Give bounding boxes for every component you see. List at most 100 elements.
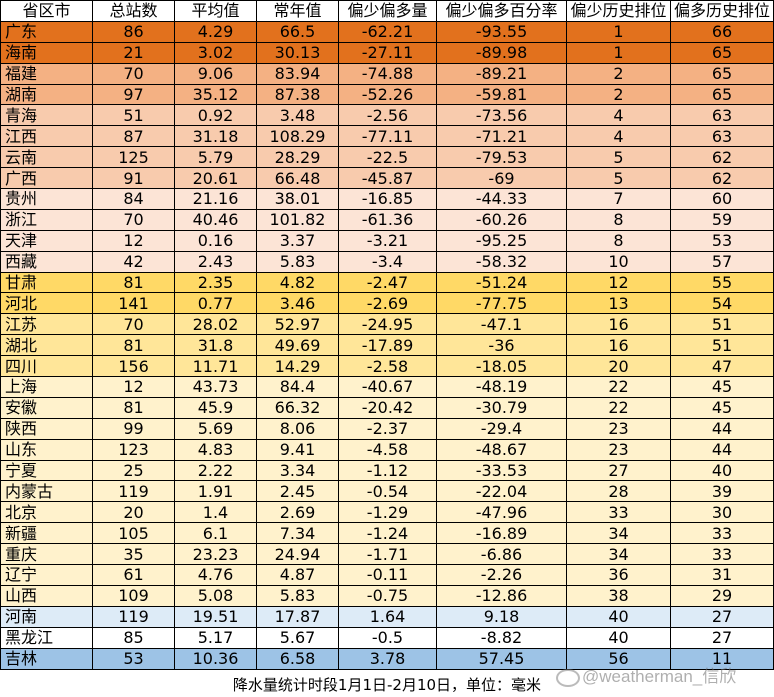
cell-normal: 4.82 — [256, 271, 339, 294]
cell-average: 31.8 — [174, 334, 257, 357]
table-row: 黑龙江 85 5.17 5.67 -0.5 -8.82 40 27 — [0, 626, 774, 649]
header-normal: 常年值 — [256, 0, 339, 22]
cell-total-stations: 20 — [92, 501, 175, 524]
cell-anomaly-percent: -59.81 — [436, 83, 567, 106]
cell-normal: 49.69 — [256, 334, 339, 357]
cell-province: 青海 — [0, 104, 93, 127]
cell-province: 北京 — [0, 501, 93, 524]
table-row: 重庆 35 23.23 24.94 -1.71 -6.86 34 33 — [0, 543, 774, 566]
cell-wet-rank: 47 — [670, 355, 774, 378]
cell-wet-rank: 27 — [670, 626, 774, 649]
cell-total-stations: 21 — [92, 41, 175, 64]
cell-anomaly-percent: -79.53 — [436, 146, 567, 169]
cell-anomaly: -3.21 — [338, 229, 437, 252]
cell-wet-rank: 45 — [670, 376, 774, 398]
cell-average: 2.35 — [174, 271, 257, 294]
cell-province: 上海 — [0, 376, 93, 398]
cell-province: 福建 — [0, 62, 93, 85]
cell-wet-rank: 31 — [670, 564, 774, 586]
cell-province: 河南 — [0, 605, 93, 628]
cell-average: 1.91 — [174, 480, 257, 503]
cell-province: 湖北 — [0, 334, 93, 357]
table-row: 山东 123 4.83 9.41 -4.58 -48.67 23 44 — [0, 438, 774, 461]
cell-anomaly-percent: -12.86 — [436, 584, 567, 607]
cell-dry-rank: 20 — [566, 355, 671, 378]
cell-average: 2.43 — [174, 250, 257, 273]
cell-anomaly: -2.69 — [338, 292, 437, 315]
cell-average: 10.36 — [174, 647, 257, 670]
precipitation-table: 省区市 总站数 平均值 常年值 偏少偏多量 偏少偏多百分率 偏少历史排位 偏多历… — [0, 0, 774, 670]
cell-normal: 108.29 — [256, 125, 339, 148]
watermark-text: @weatherman_信欣 — [582, 667, 737, 686]
cell-dry-rank: 16 — [566, 334, 671, 357]
cell-dry-rank: 1 — [566, 20, 671, 43]
cell-anomaly-percent: -8.82 — [436, 626, 567, 649]
cell-anomaly-percent: -48.67 — [436, 438, 567, 461]
cell-dry-rank: 23 — [566, 417, 671, 440]
table-row: 宁夏 25 2.22 3.34 -1.12 -33.53 27 40 — [0, 459, 774, 482]
cell-anomaly: -2.47 — [338, 271, 437, 294]
cell-wet-rank: 40 — [670, 459, 774, 482]
cell-dry-rank: 5 — [566, 146, 671, 169]
cell-anomaly: -4.58 — [338, 438, 437, 461]
cell-anomaly-percent: -95.25 — [436, 229, 567, 252]
cell-normal: 8.06 — [256, 417, 339, 440]
table-row: 山西 109 5.08 5.83 -0.75 -12.86 38 29 — [0, 584, 774, 607]
cell-dry-rank: 38 — [566, 584, 671, 607]
cell-anomaly-percent: -51.24 — [436, 271, 567, 294]
cell-anomaly-percent: -36 — [436, 334, 567, 357]
cell-anomaly: -1.24 — [338, 522, 437, 545]
cell-anomaly: 1.64 — [338, 605, 437, 628]
cell-anomaly: -0.11 — [338, 564, 437, 586]
cell-average: 2.22 — [174, 459, 257, 482]
cell-total-stations: 81 — [92, 396, 175, 419]
cell-province: 云南 — [0, 146, 93, 169]
cell-wet-rank: 57 — [670, 250, 774, 273]
weibo-icon — [556, 668, 580, 687]
cell-total-stations: 125 — [92, 146, 175, 169]
cell-anomaly-percent: -71.21 — [436, 125, 567, 148]
cell-province: 四川 — [0, 355, 93, 378]
cell-normal: 7.34 — [256, 522, 339, 545]
cell-normal: 38.01 — [256, 188, 339, 210]
cell-total-stations: 53 — [92, 647, 175, 670]
cell-province: 内蒙古 — [0, 480, 93, 503]
cell-wet-rank: 39 — [670, 480, 774, 503]
cell-anomaly: -17.89 — [338, 334, 437, 357]
cell-wet-rank: 51 — [670, 313, 774, 336]
cell-total-stations: 141 — [92, 292, 175, 315]
cell-dry-rank: 8 — [566, 208, 671, 231]
table-row: 贵州 84 21.16 38.01 -16.85 -44.33 7 60 — [0, 188, 774, 210]
cell-normal: 3.34 — [256, 459, 339, 482]
cell-anomaly: -0.54 — [338, 480, 437, 503]
cell-normal: 30.13 — [256, 41, 339, 64]
cell-province: 西藏 — [0, 250, 93, 273]
table-row: 河北 141 0.77 3.46 -2.69 -77.75 13 54 — [0, 292, 774, 315]
cell-average: 9.06 — [174, 62, 257, 85]
cell-anomaly-percent: -60.26 — [436, 208, 567, 231]
table-row: 广东 86 4.29 66.5 -62.21 -93.55 1 66 — [0, 20, 774, 43]
table-row: 天津 12 0.16 3.37 -3.21 -95.25 8 53 — [0, 229, 774, 252]
cell-anomaly-percent: 57.45 — [436, 647, 567, 670]
table-row: 江苏 70 28.02 52.97 -24.95 -47.1 16 51 — [0, 313, 774, 336]
cell-wet-rank: 33 — [670, 522, 774, 545]
cell-wet-rank: 60 — [670, 188, 774, 210]
cell-total-stations: 156 — [92, 355, 175, 378]
cell-anomaly: -61.36 — [338, 208, 437, 231]
cell-wet-rank: 55 — [670, 271, 774, 294]
cell-average: 28.02 — [174, 313, 257, 336]
cell-anomaly-percent: -93.55 — [436, 20, 567, 43]
cell-dry-rank: 33 — [566, 501, 671, 524]
cell-wet-rank: 59 — [670, 208, 774, 231]
cell-anomaly: -16.85 — [338, 188, 437, 210]
cell-anomaly: -1.71 — [338, 543, 437, 566]
cell-anomaly-percent: -18.05 — [436, 355, 567, 378]
cell-anomaly-percent: -6.86 — [436, 543, 567, 566]
cell-normal: 66.48 — [256, 167, 339, 190]
cell-anomaly-percent: -77.75 — [436, 292, 567, 315]
cell-average: 5.79 — [174, 146, 257, 169]
cell-dry-rank: 40 — [566, 626, 671, 649]
cell-total-stations: 25 — [92, 459, 175, 482]
cell-normal: 17.87 — [256, 605, 339, 628]
cell-dry-rank: 8 — [566, 229, 671, 252]
